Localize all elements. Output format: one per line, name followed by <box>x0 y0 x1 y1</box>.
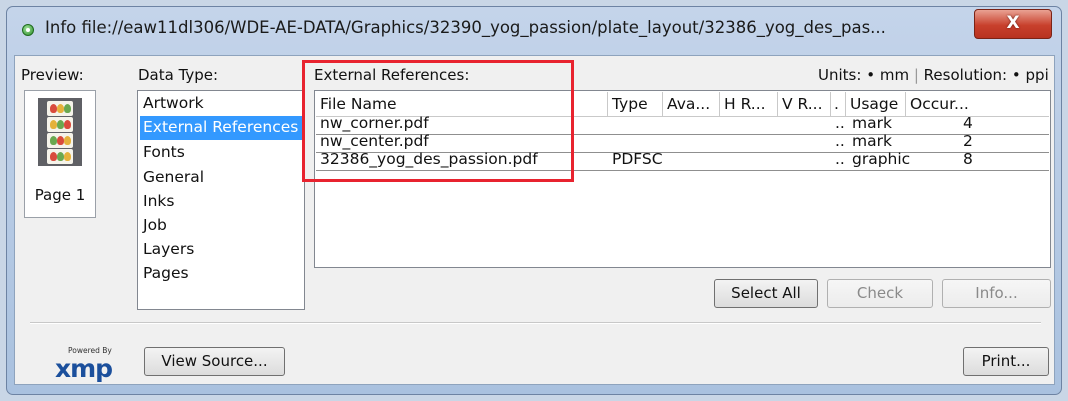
info-dialog: Info file://eaw11dl306/WDE-AE-DATA/Graph… <box>6 6 1062 395</box>
column-header-available[interactable]: Ava... <box>663 92 720 116</box>
cell-occurrences: 2 <box>963 132 973 150</box>
column-header-narrow[interactable]: . <box>831 92 846 116</box>
xmp-brand-text: xmp <box>55 354 113 383</box>
cell-dots: .. <box>835 132 845 150</box>
dropdown-bullet-icon: • <box>866 66 876 84</box>
table-row[interactable]: 32386_yog_des_passion.pdf PDFSC .. graph… <box>316 150 1049 171</box>
data-type-list[interactable]: Artwork External References Fonts Genera… <box>137 90 305 310</box>
data-type-item-fonts[interactable]: Fonts <box>140 141 304 165</box>
resolution-value: ppi <box>1025 66 1049 84</box>
cell-occurrences: 4 <box>963 114 973 132</box>
xmp-logo: Powered By xmp <box>55 346 117 386</box>
units-value: mm <box>879 66 910 84</box>
column-header-v-resolution[interactable]: V R... <box>778 92 831 116</box>
divider <box>30 322 1041 324</box>
column-header-usage[interactable]: Usage <box>846 92 906 116</box>
units-resolution: Units: • mm | Resolution: • ppi <box>818 66 1049 84</box>
resolution-label: Resolution: <box>923 66 1008 84</box>
window-title: Info file://eaw11dl306/WDE-AE-DATA/Graph… <box>45 18 886 37</box>
page-preview[interactable]: Page 1 <box>24 90 96 218</box>
cell-dots: .. <box>835 150 845 168</box>
app-icon <box>22 24 34 36</box>
cell-usage: mark <box>852 114 892 132</box>
title-bar[interactable]: Info file://eaw11dl306/WDE-AE-DATA/Graph… <box>7 7 1061 47</box>
data-type-item-inks[interactable]: Inks <box>140 190 304 214</box>
resolution-dropdown[interactable]: • ppi <box>1012 66 1049 84</box>
view-source-button[interactable]: View Source... <box>144 347 285 376</box>
close-button[interactable]: X <box>974 9 1052 39</box>
preview-label: Preview: <box>21 66 84 84</box>
data-type-label: Data Type: <box>138 66 219 84</box>
page-label: Page 1 <box>34 186 86 204</box>
cell-file-name: 32386_yog_des_passion.pdf <box>320 150 538 168</box>
data-type-item-external-references[interactable]: External References <box>140 116 304 140</box>
info-button[interactable]: Info... <box>942 279 1051 308</box>
cell-usage: graphic <box>852 150 911 168</box>
cell-file-name: nw_corner.pdf <box>320 114 429 132</box>
page-thumbnail-image <box>38 98 82 166</box>
select-all-button[interactable]: Select All <box>714 279 818 308</box>
cell-dots: .. <box>835 114 845 132</box>
data-type-item-job[interactable]: Job <box>140 214 304 238</box>
dropdown-bullet-icon: • <box>1011 66 1021 84</box>
column-header-occurrences[interactable]: Occur... <box>906 92 1048 116</box>
print-button[interactable]: Print... <box>963 347 1049 376</box>
external-references-table[interactable]: File Name Type Ava... H R... V R... . Us… <box>314 90 1051 268</box>
data-type-item-pages[interactable]: Pages <box>140 262 304 286</box>
check-button[interactable]: Check <box>827 279 933 308</box>
data-type-item-artwork[interactable]: Artwork <box>140 92 304 116</box>
cell-type: PDFSC <box>612 150 663 168</box>
data-type-item-layers[interactable]: Layers <box>140 238 304 262</box>
cell-occurrences: 8 <box>963 150 973 168</box>
dialog-body: Preview: Page 1 Data Type: Artwork Exter… <box>14 55 1055 385</box>
column-header-type[interactable]: Type <box>608 92 663 116</box>
cell-file-name: nw_center.pdf <box>320 132 429 150</box>
data-type-item-general[interactable]: General <box>140 166 304 190</box>
units-dropdown[interactable]: • mm <box>866 66 909 84</box>
column-header-h-resolution[interactable]: H R... <box>720 92 778 116</box>
cell-usage: mark <box>852 132 892 150</box>
column-header-file-name[interactable]: File Name <box>316 92 608 116</box>
external-references-label: External References: <box>314 66 470 84</box>
units-label: Units: <box>818 66 862 84</box>
